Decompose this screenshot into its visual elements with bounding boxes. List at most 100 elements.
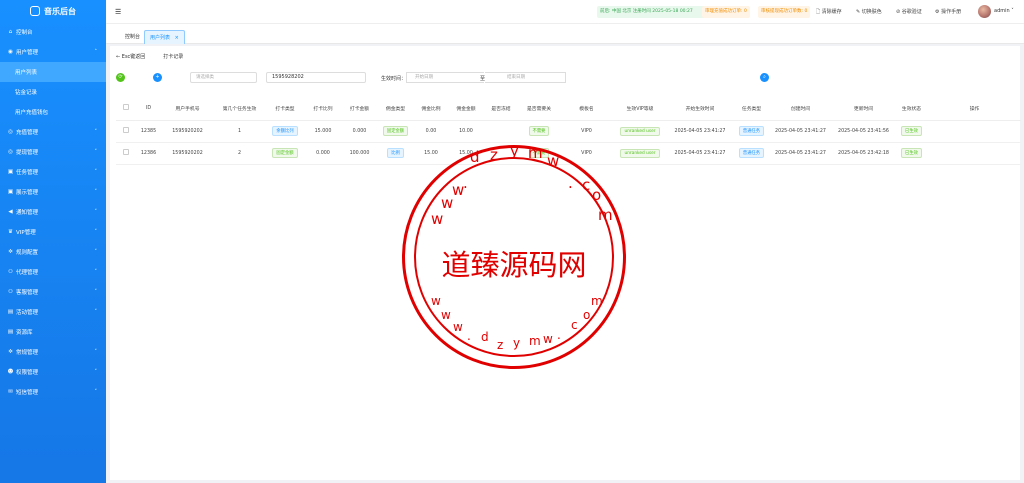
sidebar-item-label: 用户管理	[16, 50, 39, 56]
row-checkbox[interactable]	[123, 127, 129, 133]
sidebar-item-17[interactable]: ☻ 权限管理 ˅	[0, 362, 106, 382]
sidebar-item-16[interactable]: ✲ 常规管理 ˅	[0, 342, 106, 362]
type-select[interactable]: 请选择类	[190, 72, 257, 83]
comm_type-badge: 固定金额	[382, 126, 409, 136]
date-start-input[interactable]: 开始日期	[406, 72, 484, 83]
column-header: 是否需要关	[519, 97, 559, 121]
column-header: 开始生效时间	[666, 97, 734, 121]
close-icon[interactable]: ×	[175, 35, 179, 41]
need-badge: 不需要	[528, 148, 550, 158]
back-button[interactable]: ← Esc键返回	[116, 53, 145, 60]
home-icon: ⌂	[8, 29, 13, 35]
comm_type-badge: 比例	[387, 148, 404, 158]
cell-amount: 100.000	[341, 142, 378, 165]
cell-phone: 15959202​02	[161, 142, 214, 165]
cell-comm_amount: 15.00	[449, 142, 483, 165]
cell-ratio: 15.000	[305, 120, 341, 143]
date-end-input[interactable]: 结束日期	[485, 72, 566, 83]
table-row[interactable]: 12386 15959202​02 2 固定金额 0.000 100.000 比例 15.00…	[116, 142, 1021, 165]
sidebar-item-4[interactable]: 用户充值钱包	[0, 102, 106, 122]
cell-type: 固定金额	[265, 142, 305, 165]
sidebar-item-14[interactable]: ▤ 活动管理 ˅	[0, 302, 106, 322]
select-all-checkbox[interactable]	[123, 104, 129, 111]
chevron-icon: ˅	[94, 129, 98, 135]
cell-comm_ratio: 0.00	[413, 120, 449, 143]
sidebar-item-label: 客服管理	[16, 290, 39, 296]
vip-badge: unranked user	[620, 148, 660, 158]
admin-menu[interactable]: admin ˅	[994, 8, 1014, 14]
cell-status: 已生效	[895, 142, 928, 165]
row-checkbox-cell	[116, 142, 136, 165]
sidebar-item-12[interactable]: ⚇ 代理管理 ˅	[0, 262, 106, 282]
chevron-icon: ˅	[94, 389, 98, 395]
search-button[interactable]: ⌕	[760, 73, 769, 82]
sub-tab-bar: ← Esc键返回 打卡记录	[110, 46, 1020, 66]
refresh-button[interactable]: ⟳	[116, 73, 125, 82]
table-row[interactable]: 12385 15959202​02 1 余额比列 15.000 0.000 固定金额 0.00…	[116, 120, 1021, 143]
pending-recharge-tag[interactable]: 审理充值成功订单: 0	[702, 6, 750, 18]
permission-icon: ☻	[7, 369, 14, 375]
row-checkbox[interactable]	[123, 149, 129, 155]
sidebar-item-label: 代理管理	[16, 270, 39, 276]
switch-skin-button[interactable]: ✎ 切换肤色	[856, 8, 882, 15]
sidebar-item-18[interactable]: ✉ 短信管理 ˅	[0, 382, 106, 402]
column-header	[116, 97, 136, 121]
tab-user-list[interactable]: 用户列表 ×	[144, 30, 185, 44]
table-body: 12385 15959202​02 1 余额比列 15.000 0.000 固定金额 0.00…	[116, 120, 1021, 165]
column-header: 任务类型	[734, 97, 769, 121]
sidebar-item-8[interactable]: ▣ 展示管理 ˅	[0, 182, 106, 202]
sidebar-item-label: 任务管理	[16, 170, 39, 176]
sidebar-item-11[interactable]: ✲ 规则配置 ˅	[0, 242, 106, 262]
cell-template: VIP0	[559, 142, 614, 165]
chevron-icon: ˅	[94, 209, 98, 215]
sidebar-item-1[interactable]: ◉ 用户管理 ˄	[0, 42, 106, 62]
sidebar-item-9[interactable]: ◀ 通知管理 ˅	[0, 202, 106, 222]
cell-phone: 15959202​02	[161, 120, 214, 143]
menu-toggle-icon[interactable]: ☰	[115, 8, 121, 16]
manual-button[interactable]: ⚙ 操作手册	[935, 8, 961, 15]
phone-input[interactable]: 15959282​02	[266, 72, 366, 83]
cell-actions[interactable]	[928, 142, 1021, 165]
pending-withdraw-tag[interactable]: 审核提现成功订单数: 0	[758, 6, 811, 18]
column-header: 生效状态	[895, 97, 928, 121]
cell-nth: 2	[214, 142, 265, 165]
column-header: 生效VIP等级	[614, 97, 666, 121]
avatar[interactable]	[978, 5, 991, 18]
sidebar-item-0[interactable]: ⌂ 控制台	[0, 22, 106, 42]
sidebar-item-label: 常规管理	[16, 350, 39, 356]
sidebar-item-label: VIP管理	[16, 230, 36, 236]
sidebar-item-6[interactable]: ◎ 提现管理 ˅	[0, 142, 106, 162]
checkin-record-tab[interactable]: 打卡记录	[163, 53, 183, 60]
security-button[interactable]: ⊘ 谷歌验证	[896, 8, 922, 15]
cell-status: 已生效	[895, 120, 928, 143]
column-header: 第几个任务生效	[214, 97, 265, 121]
app-logo[interactable]: 音乐后台	[0, 0, 106, 22]
vip-icon: ♛	[8, 229, 13, 235]
chevron-icon: ˅	[94, 309, 98, 315]
sidebar-item-3[interactable]: 钻金记录	[0, 82, 106, 102]
chevron-icon: ˅	[94, 169, 98, 175]
sidebar-item-5[interactable]: ◎ 充值管理 ˅	[0, 122, 106, 142]
sidebar-item-label: 规则配置	[16, 250, 39, 256]
cell-id: 12386	[136, 142, 161, 165]
gear-icon: ✲	[8, 249, 13, 255]
cell-actions[interactable]	[928, 120, 1021, 143]
sidebar-item-13[interactable]: ⚇ 客服管理 ˅	[0, 282, 106, 302]
task_type-badge: 普通任务	[738, 126, 765, 136]
row-checkbox-cell	[116, 120, 136, 143]
sidebar-item-2[interactable]: 用户列表	[0, 62, 106, 82]
tab-dashboard[interactable]: 控制台	[120, 30, 145, 44]
column-header: 佣金金额	[449, 97, 483, 121]
cell-id: 12385	[136, 120, 161, 143]
cell-start: 2025-04-05 23:41:27	[666, 120, 734, 143]
chevron-icon: ˅	[94, 189, 98, 195]
sidebar-item-7[interactable]: ▣ 任务管理 ˅	[0, 162, 106, 182]
sidebar-item-label: 通知管理	[16, 210, 39, 216]
add-button[interactable]: +	[153, 73, 162, 82]
sidebar-item-15[interactable]: ▤ 资源库	[0, 322, 106, 342]
activity-icon: ▤	[7, 309, 14, 315]
sidebar-item-10[interactable]: ♛ VIP管理 ˅	[0, 222, 106, 242]
cell-updated: 2025-04-05 23:41:56	[832, 120, 895, 143]
column-header: ID	[136, 97, 161, 121]
clear-cache-button[interactable]: 🗋 清除缓存	[816, 8, 842, 17]
